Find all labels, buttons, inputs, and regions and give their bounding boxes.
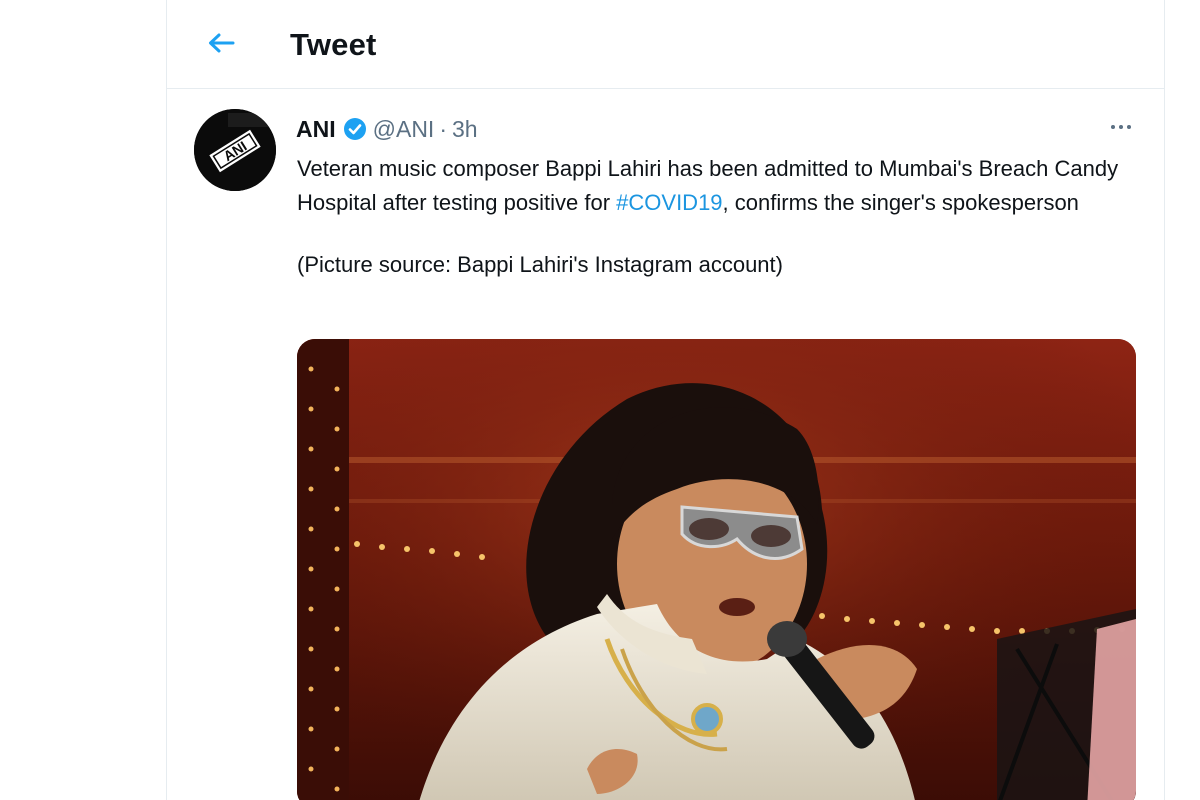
singer-photo [297, 339, 1136, 800]
arrow-left-icon [209, 33, 235, 53]
verified-badge-icon [343, 117, 367, 141]
tweet-timestamp[interactable]: 3h [452, 116, 478, 143]
more-horizontal-icon [1111, 125, 1115, 129]
tweet-column: Tweet ANI ANI @ANI · 3h Veteran music co… [166, 0, 1165, 800]
page-title: Tweet [290, 27, 377, 62]
tweet-text: Veteran music composer Bappi Lahiri has … [297, 152, 1127, 282]
author-handle[interactable]: @ANI [373, 116, 435, 143]
tweet-header: ANI @ANI · 3h [296, 114, 478, 144]
page-header: Tweet [167, 0, 1164, 89]
back-button[interactable] [201, 26, 241, 60]
author-name[interactable]: ANI [296, 116, 336, 143]
tweet-media-image[interactable] [297, 339, 1136, 800]
hashtag-link[interactable]: #COVID19 [616, 190, 722, 215]
meta-separator: · [439, 115, 447, 142]
avatar[interactable]: ANI [194, 109, 276, 191]
tweet-text-source: (Picture source: Bappi Lahiri's Instagra… [297, 252, 783, 277]
more-button[interactable] [1101, 112, 1141, 142]
ani-logo: ANI [194, 109, 276, 191]
tweet-text-main: Veteran music composer Bappi Lahiri has … [297, 156, 1119, 215]
